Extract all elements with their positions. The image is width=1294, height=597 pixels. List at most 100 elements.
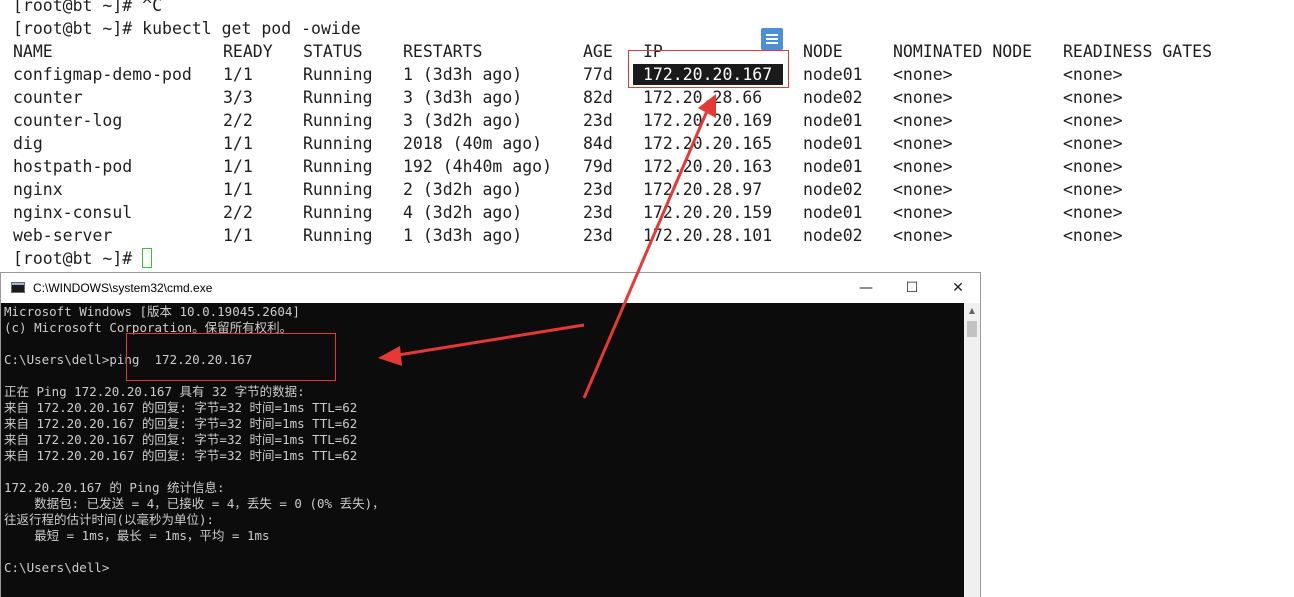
cell-nominated: <none> xyxy=(893,134,953,153)
close-button[interactable]: ✕ xyxy=(935,273,981,303)
cell-readiness: <none> xyxy=(1063,88,1123,107)
maximize-button[interactable]: ☐ xyxy=(889,273,935,303)
cell-node: node01 xyxy=(803,134,863,153)
column-header: AGE xyxy=(583,42,613,61)
terminal-line-interrupt: [root@bt ~]# ^C xyxy=(13,0,163,15)
cell-readiness: <none> xyxy=(1063,134,1123,153)
cell-age: 82d xyxy=(583,88,613,107)
console-line: 往返行程的估计时间(以毫秒为单位): xyxy=(4,512,215,527)
cell-ip: 172.20.28.97 xyxy=(643,180,763,199)
cell-age: 84d xyxy=(583,134,613,153)
cell-age: 23d xyxy=(583,226,613,245)
cell-restarts: 2 (3d2h ago) xyxy=(403,180,523,199)
cell-restarts: 3 (3d3h ago) xyxy=(403,88,523,107)
cmd-icon xyxy=(11,282,25,293)
note-icon[interactable] xyxy=(761,28,783,50)
console-line: C:\Users\dell> xyxy=(4,560,110,575)
cell-nominated: <none> xyxy=(893,88,953,107)
cell-ip: 172.20.28.101 xyxy=(643,226,773,245)
cell-readiness: <none> xyxy=(1063,180,1123,199)
console-line: 来自 172.20.20.167 的回复: 字节=32 时间=1ms TTL=6… xyxy=(4,448,358,463)
cell-node: node01 xyxy=(803,111,863,130)
cell-name: nginx-consul xyxy=(13,203,133,222)
cell-status: Running xyxy=(303,203,373,222)
cell-name: hostpath-pod xyxy=(13,157,133,176)
cell-age: 79d xyxy=(583,157,613,176)
terminal-line-command: [root@bt ~]# kubectl get pod -owide xyxy=(13,19,361,38)
cell-ready: 1/1 xyxy=(223,65,253,84)
cell-ready: 2/2 xyxy=(223,203,253,222)
cell-name: counter xyxy=(13,88,83,107)
column-header: READINESS GATES xyxy=(1063,42,1213,61)
column-header: READY xyxy=(223,42,273,61)
cell-readiness: <none> xyxy=(1063,226,1123,245)
cell-status: Running xyxy=(303,65,373,84)
cell-ip: 172.20.20.165 xyxy=(643,134,773,153)
terminal-prompt: [root@bt ~]# xyxy=(13,249,143,268)
console-line: 来自 172.20.20.167 的回复: 字节=32 时间=1ms TTL=6… xyxy=(4,400,358,415)
cell-readiness: <none> xyxy=(1063,157,1123,176)
cell-name: nginx xyxy=(13,180,63,199)
linux-terminal[interactable]: [root@bt ~]# ^C [root@bt ~]# kubectl get… xyxy=(0,0,1294,270)
cell-node: node02 xyxy=(803,88,863,107)
cell-ready: 1/1 xyxy=(223,134,253,153)
console-line: 来自 172.20.20.167 的回复: 字节=32 时间=1ms TTL=6… xyxy=(4,416,358,431)
cell-ip: 172.20.28.66 xyxy=(643,88,763,107)
scroll-thumb[interactable] xyxy=(967,321,977,337)
cell-status: Running xyxy=(303,88,373,107)
cell-ready: 3/3 xyxy=(223,88,253,107)
cell-restarts: 192 (4h40m ago) xyxy=(403,157,553,176)
cell-restarts: 2018 (40m ago) xyxy=(403,134,543,153)
cell-ready: 1/1 xyxy=(223,226,253,245)
cmd-titlebar[interactable]: C:\WINDOWS\system32\cmd.exe — ☐ ✕ xyxy=(1,273,980,303)
cell-restarts: 4 (3d2h ago) xyxy=(403,203,523,222)
cell-ready: 2/2 xyxy=(223,111,253,130)
console-line: 正在 Ping 172.20.20.167 具有 32 字节的数据: xyxy=(4,384,305,399)
cell-ip: 172.20.20.169 xyxy=(643,111,773,130)
console-line: 最短 = 1ms，最长 = 1ms，平均 = 1ms xyxy=(4,528,270,543)
minimize-button[interactable]: — xyxy=(843,273,889,303)
cell-nominated: <none> xyxy=(893,111,953,130)
cell-ready: 1/1 xyxy=(223,180,253,199)
cell-age: 23d xyxy=(583,180,613,199)
scroll-up-icon[interactable]: ▲ xyxy=(964,303,980,319)
cell-readiness: <none> xyxy=(1063,111,1123,130)
cell-ip: 172.20.20.159 xyxy=(643,203,773,222)
column-header: NOMINATED NODE xyxy=(893,42,1033,61)
cell-node: node02 xyxy=(803,226,863,245)
cell-status: Running xyxy=(303,157,373,176)
console-line: Microsoft Windows [版本 10.0.19045.2604] xyxy=(4,304,300,319)
column-header: NODE xyxy=(803,42,843,61)
cell-nominated: <none> xyxy=(893,65,953,84)
console-line: 172.20.20.167 的 Ping 统计信息: xyxy=(4,480,225,495)
console-line: 数据包: 已发送 = 4，已接收 = 4，丢失 = 0 (0% 丢失)， xyxy=(4,496,385,511)
cell-node: node02 xyxy=(803,180,863,199)
cell-status: Running xyxy=(303,180,373,199)
ip-annotation-box xyxy=(628,50,789,88)
cell-readiness: <none> xyxy=(1063,65,1123,84)
cell-restarts: 1 (3d3h ago) xyxy=(403,226,523,245)
console-line: 来自 172.20.20.167 的回复: 字节=32 时间=1ms TTL=6… xyxy=(4,432,358,447)
terminal-cursor xyxy=(142,248,152,268)
cell-age: 77d xyxy=(583,65,613,84)
cell-age: 23d xyxy=(583,111,613,130)
cell-restarts: 1 (3d3h ago) xyxy=(403,65,523,84)
cell-ready: 1/1 xyxy=(223,157,253,176)
cell-nominated: <none> xyxy=(893,226,953,245)
cell-status: Running xyxy=(303,111,373,130)
column-header: NAME xyxy=(13,42,53,61)
cell-status: Running xyxy=(303,134,373,153)
cmd-scrollbar[interactable]: ▲ xyxy=(964,303,980,597)
cell-node: node01 xyxy=(803,203,863,222)
cell-ip: 172.20.20.163 xyxy=(643,157,773,176)
column-header: STATUS xyxy=(303,42,363,61)
cmd-title: C:\WINDOWS\system32\cmd.exe xyxy=(33,281,213,295)
cell-nominated: <none> xyxy=(893,180,953,199)
cell-nominated: <none> xyxy=(893,157,953,176)
cmd-window[interactable]: C:\WINDOWS\system32\cmd.exe — ☐ ✕ Micros… xyxy=(0,272,981,597)
cell-name: dig xyxy=(13,134,43,153)
cell-restarts: 3 (3d2h ago) xyxy=(403,111,523,130)
cell-readiness: <none> xyxy=(1063,203,1123,222)
cell-name: counter-log xyxy=(13,111,123,130)
column-header: RESTARTS xyxy=(403,42,483,61)
